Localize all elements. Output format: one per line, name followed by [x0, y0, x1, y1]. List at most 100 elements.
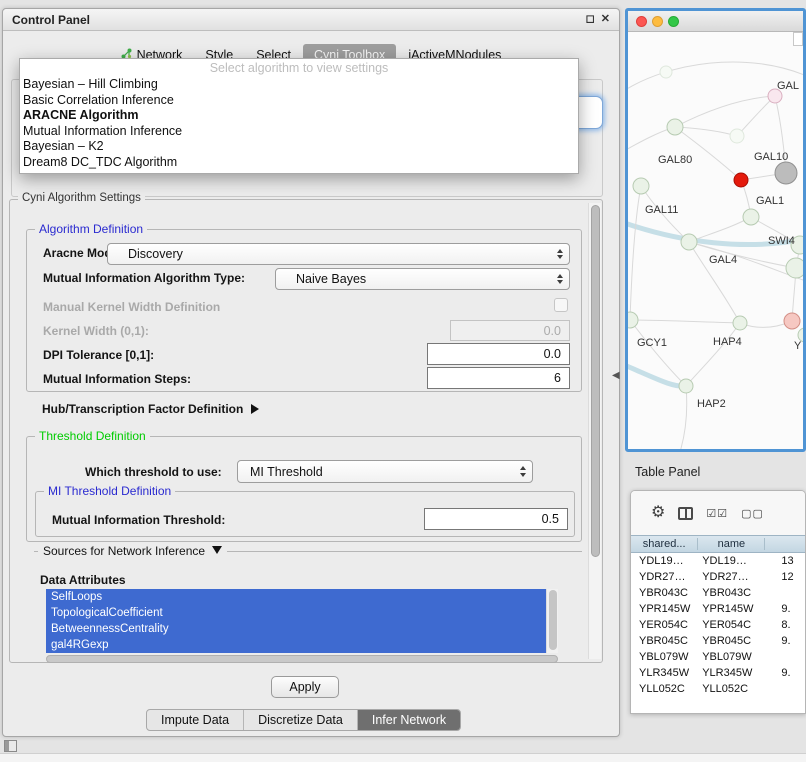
table-toolbar: ⚙ ☑☑ ▢▢ — [631, 491, 805, 535]
table-cell: YDL19… — [631, 555, 698, 567]
mi-threshold-field[interactable] — [424, 508, 568, 530]
attributes-scrollbar[interactable] — [546, 589, 558, 653]
manual-kernel-label: Manual Kernel Width Definition — [43, 300, 220, 314]
mac-zoom-button[interactable] — [668, 16, 679, 27]
attribute-item[interactable]: BetweennessCentrality — [46, 621, 546, 637]
kernel-width-field[interactable] — [450, 320, 570, 341]
table-cell: YDR27… — [698, 571, 765, 583]
dpi-tolerance-field[interactable] — [427, 343, 570, 365]
algorithm-definition-group: Algorithm Definition Aracne Mode: Discov… — [26, 229, 582, 392]
network-view-window: GALGAL80GAL10GAL11GAL1SWI4GAL4GCY1HAP4YH… — [625, 8, 806, 452]
columns-icon[interactable] — [678, 507, 693, 520]
bottom-tabs: Impute DataDiscretize DataInfer Network — [146, 709, 461, 731]
network-edge — [630, 186, 641, 320]
apply-button[interactable]: Apply — [271, 676, 339, 698]
scrollbar-thumb[interactable] — [549, 590, 557, 650]
algorithm-option[interactable]: Bayesian – Hill Climbing — [20, 77, 578, 93]
algorithm-option[interactable]: Basic Correlation Inference — [20, 93, 578, 109]
bottom-tab-infer-network[interactable]: Infer Network — [357, 710, 460, 730]
network-node[interactable] — [733, 316, 747, 330]
sources-section-toggle[interactable]: Sources for Network Inference — [38, 544, 227, 558]
float-icon[interactable]: ◻ — [586, 14, 595, 25]
table-header: shared...name — [631, 535, 805, 553]
network-edge — [686, 323, 740, 386]
network-node[interactable] — [730, 129, 744, 143]
mi-type-value: Naive Bayes — [276, 272, 366, 286]
network-node[interactable] — [784, 313, 800, 329]
mac-minimize-button[interactable] — [652, 16, 663, 27]
network-node[interactable] — [786, 258, 803, 278]
table-row[interactable]: YPR145WYPR145W9. — [631, 601, 805, 617]
network-node[interactable] — [628, 312, 638, 328]
network-node[interactable] — [660, 66, 672, 78]
scrollbar-thumb[interactable] — [591, 205, 600, 557]
algorithm-option[interactable]: Dream8 DC_TDC Algorithm — [20, 155, 578, 171]
data-attributes-list: SelfLoopsTopologicalCoefficientBetweenne… — [46, 589, 558, 653]
table-row[interactable]: YLR345WYLR345W9. — [631, 665, 805, 681]
which-threshold-combo[interactable]: MI Threshold — [237, 460, 533, 483]
network-edge — [680, 386, 687, 451]
gear-icon[interactable]: ⚙ — [651, 505, 665, 521]
network-scroll-corner — [793, 32, 803, 46]
algorithm-option[interactable]: Mutual Information Inference — [20, 124, 578, 140]
table-cell: YLL052C — [631, 683, 698, 695]
network-node-label: GAL — [777, 80, 799, 92]
mi-steps-field[interactable] — [427, 367, 570, 389]
column-header[interactable]: shared... — [631, 538, 698, 550]
bottom-tab-impute-data[interactable]: Impute Data — [147, 710, 243, 730]
table-row[interactable]: YLL052CYLL052C — [631, 681, 805, 697]
select-all-icon[interactable]: ☑☑ — [706, 507, 728, 520]
attribute-item[interactable]: gal4RGexp — [46, 637, 546, 653]
table-cell: YBR045C — [698, 635, 765, 647]
network-node-label: Y — [794, 340, 802, 352]
algorithm-dropdown-popup: Select algorithm to view settings Bayesi… — [19, 58, 579, 174]
column-header[interactable]: name — [698, 538, 765, 550]
splitter-collapse-icon[interactable]: ◀ — [612, 371, 620, 381]
network-node[interactable] — [681, 234, 697, 250]
network-edge — [689, 242, 803, 282]
network-node-label: GAL80 — [658, 154, 692, 166]
network-node[interactable] — [667, 119, 683, 135]
attribute-item[interactable]: SelfLoops — [46, 589, 546, 605]
mi-type-combo[interactable]: Naive Bayes — [275, 268, 570, 290]
deselect-all-icon[interactable]: ▢▢ — [741, 507, 764, 520]
mac-close-button[interactable] — [636, 16, 647, 27]
table-row[interactable]: YER054CYER054C8. — [631, 617, 805, 633]
algorithm-option[interactable]: ARACNE Algorithm — [20, 108, 578, 124]
table-cell: YDR27… — [631, 571, 698, 583]
network-canvas[interactable]: GALGAL80GAL10GAL11GAL1SWI4GAL4GCY1HAP4YH… — [628, 32, 803, 451]
show-panel-icon[interactable] — [4, 740, 17, 752]
attributes-horizontal-scrollbar[interactable] — [46, 655, 558, 663]
table-panel-title: Table Panel — [635, 465, 700, 479]
table-cell: YBL079W — [631, 651, 698, 663]
network-node[interactable] — [775, 162, 797, 184]
network-edge — [630, 320, 740, 323]
algorithm-option[interactable]: Bayesian – K2 — [20, 139, 578, 155]
table-row[interactable]: YBR043CYBR043C — [631, 585, 805, 601]
close-icon[interactable]: ✕ — [601, 14, 610, 25]
network-node[interactable] — [633, 178, 649, 194]
threshold-definition-title: Threshold Definition — [35, 429, 150, 443]
network-node[interactable] — [679, 379, 693, 393]
table-row[interactable]: YBR045CYBR045C9. — [631, 633, 805, 649]
manual-kernel-checkbox[interactable] — [554, 298, 568, 312]
table-row[interactable]: YDR27…YDR27…12 — [631, 569, 805, 585]
network-node-label: SWI4 — [768, 235, 795, 247]
data-attributes-items: SelfLoopsTopologicalCoefficientBetweenne… — [46, 589, 546, 653]
table-cell: YPR145W — [698, 603, 765, 615]
table-cell: YBR045C — [631, 635, 698, 647]
kernel-width-label: Kernel Width (0,1): — [43, 324, 149, 338]
aracne-mode-combo[interactable]: Discovery — [107, 243, 570, 265]
network-node-label: HAP4 — [713, 336, 742, 348]
attribute-item[interactable]: TopologicalCoefficient — [46, 605, 546, 621]
table-row[interactable]: YBL079WYBL079W — [631, 649, 805, 665]
bottom-tab-discretize-data[interactable]: Discretize Data — [243, 710, 357, 730]
settings-vertical-scrollbar[interactable] — [588, 203, 601, 659]
aracne-mode-value: Discovery — [108, 247, 183, 261]
mi-threshold-group-title: MI Threshold Definition — [44, 484, 175, 498]
hub-section-toggle[interactable]: Hub/Transcription Factor Definition — [42, 402, 259, 416]
table-row[interactable]: YDL19…YDL19…13 — [631, 553, 805, 569]
network-node[interactable] — [743, 209, 759, 225]
which-threshold-label: Which threshold to use: — [85, 465, 222, 479]
network-node[interactable] — [734, 173, 748, 187]
